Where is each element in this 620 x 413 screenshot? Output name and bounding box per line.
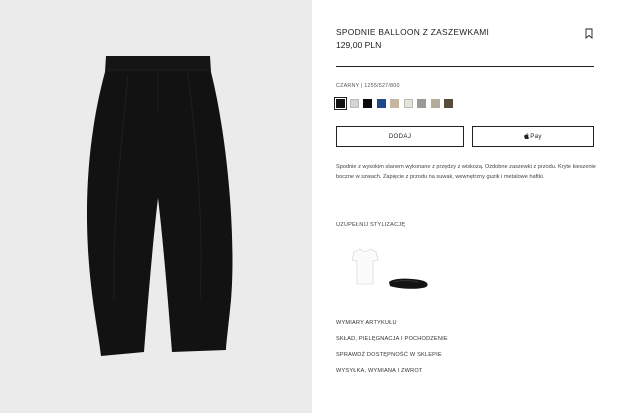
- divider: [336, 66, 594, 67]
- color-swatch-khaki[interactable]: [430, 99, 440, 108]
- link-store-availability[interactable]: SPRAWDŹ DOSTĘPNOŚĆ W SKLEPIE: [336, 352, 442, 358]
- link-dimensions[interactable]: WYMIARY ARTYKUŁU: [336, 320, 397, 326]
- complete-look-label: UZUPEŁNIJ STYLIZACJĘ: [336, 222, 406, 228]
- color-swatch-ecru[interactable]: [403, 99, 413, 108]
- outfit-item-ballet-flat[interactable]: [386, 238, 432, 296]
- color-swatch-niebieski[interactable]: [376, 99, 386, 108]
- product-title: SPODNIE BALLOON Z ZASZEWKAMI: [336, 27, 490, 37]
- bookmark-icon[interactable]: [584, 26, 594, 39]
- product-page: SPODNIE BALLOON Z ZASZEWKAMI 129,00 PLN …: [0, 0, 620, 413]
- balloon-trousers-image: [86, 56, 233, 356]
- color-swatch-jasnoszary[interactable]: [349, 99, 359, 108]
- link-shipping-returns[interactable]: WYSYŁKA, WYMIANA I ZWROT: [336, 368, 423, 374]
- color-label: CZARNY | 1255/527/800: [336, 83, 400, 89]
- link-composition-care[interactable]: SKŁAD, PIELĘGNACJA I POCHODZENIE: [336, 336, 448, 342]
- color-swatch-bezowy[interactable]: [390, 99, 399, 108]
- color-swatch-brazowy[interactable]: [444, 99, 453, 108]
- apple-pay-label: Pay: [530, 133, 542, 140]
- apple-icon: [524, 132, 530, 141]
- color-swatch-czarny[interactable]: [333, 96, 348, 111]
- ballet-flat-icon: [389, 278, 428, 289]
- product-price: 129,00 PLN: [336, 40, 382, 50]
- color-swatches: [333, 96, 453, 111]
- apple-pay-button[interactable]: Pay: [472, 126, 594, 147]
- product-image-panel[interactable]: [0, 0, 312, 413]
- tshirt-icon: [351, 248, 379, 285]
- product-info-panel: SPODNIE BALLOON Z ZASZEWKAMI 129,00 PLN …: [333, 0, 596, 413]
- add-to-cart-button[interactable]: DODAJ: [336, 126, 464, 147]
- outfit-item-tshirt[interactable]: [342, 238, 388, 296]
- color-swatch-czarny-2[interactable]: [363, 99, 372, 108]
- color-swatch-szary[interactable]: [417, 99, 426, 108]
- add-to-cart-label: DODAJ: [388, 133, 412, 140]
- product-description: Spodnie z wysokim stanem wykonane z przę…: [336, 164, 596, 180]
